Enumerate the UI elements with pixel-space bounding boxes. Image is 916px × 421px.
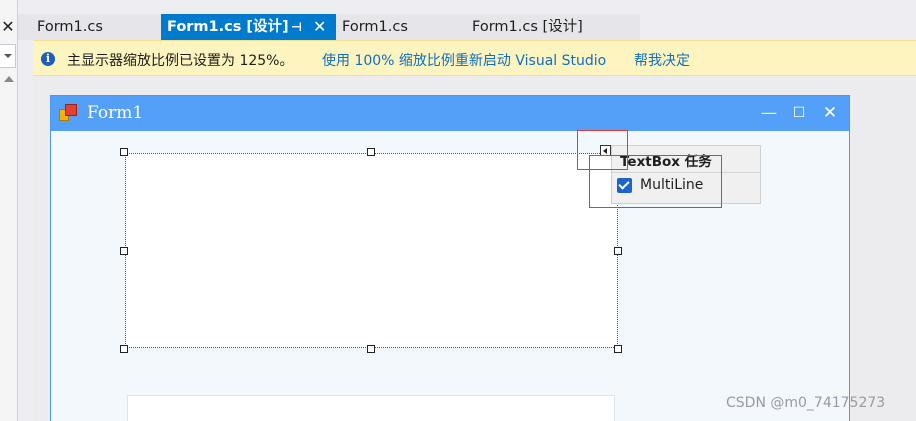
tab-form1-cs[interactable]: Form1.cs bbox=[18, 14, 161, 40]
tab-label: Form1.cs [设计] bbox=[167, 19, 289, 35]
resize-handle-bottom-left[interactable] bbox=[120, 345, 128, 353]
form-title: Form1 bbox=[87, 103, 144, 123]
info-icon: i bbox=[41, 52, 55, 66]
pin-icon[interactable]: ⊣ bbox=[291, 14, 302, 40]
resize-handle-left[interactable] bbox=[120, 247, 128, 255]
resize-handle-top[interactable] bbox=[367, 148, 375, 156]
tab-form1-cs-2[interactable]: Form1.cs bbox=[336, 14, 468, 40]
info-bar: i 主显示器缩放比例已设置为 125%。 使用 100% 缩放比例重新启动 Vi… bbox=[33, 40, 916, 76]
tab-form1-design-2[interactable]: Form1.cs [设计] bbox=[468, 14, 640, 40]
tab-form1-design-active[interactable]: Form1.cs [设计] ⊣ ✕ bbox=[161, 14, 336, 40]
document-tab-bar: Form1.cs Form1.cs [设计] ⊣ ✕ Form1.cs Form… bbox=[18, 0, 916, 40]
resize-handle-bottom[interactable] bbox=[367, 345, 375, 353]
scroll-up-icon[interactable] bbox=[4, 76, 14, 82]
help-me-decide-link[interactable]: 帮我决定 bbox=[634, 50, 690, 70]
form-titlebar[interactable]: Form1 — ☐ ✕ bbox=[51, 96, 849, 131]
textbox-control-selected[interactable] bbox=[125, 153, 618, 348]
textbox-control-2[interactable] bbox=[127, 395, 615, 421]
tab-label: Form1.cs bbox=[37, 19, 103, 35]
resize-handle-bottom-right[interactable] bbox=[614, 345, 622, 353]
close-icon[interactable]: ✕ bbox=[818, 102, 842, 124]
form-app-icon bbox=[59, 104, 79, 122]
close-icon[interactable]: ✕ bbox=[0, 16, 16, 38]
close-icon[interactable]: ✕ bbox=[313, 14, 326, 40]
restart-100-link[interactable]: 使用 100% 缩放比例重新启动 Visual Studio bbox=[322, 50, 606, 70]
chevron-down-icon[interactable] bbox=[0, 44, 16, 68]
watermark: CSDN @m0_74175273 bbox=[726, 395, 886, 411]
maximize-icon[interactable]: ☐ bbox=[787, 102, 811, 124]
resize-handle-top-left[interactable] bbox=[120, 148, 128, 156]
left-gutter: ✕ bbox=[0, 0, 18, 421]
tab-label: Form1.cs [设计] bbox=[472, 19, 583, 35]
annotation-box-multiline bbox=[589, 155, 722, 208]
info-message: 主显示器缩放比例已设置为 125%。 bbox=[67, 53, 294, 69]
tab-label: Form1.cs bbox=[342, 19, 408, 35]
minimize-icon[interactable]: — bbox=[757, 102, 781, 124]
resize-handle-right[interactable] bbox=[614, 247, 622, 255]
